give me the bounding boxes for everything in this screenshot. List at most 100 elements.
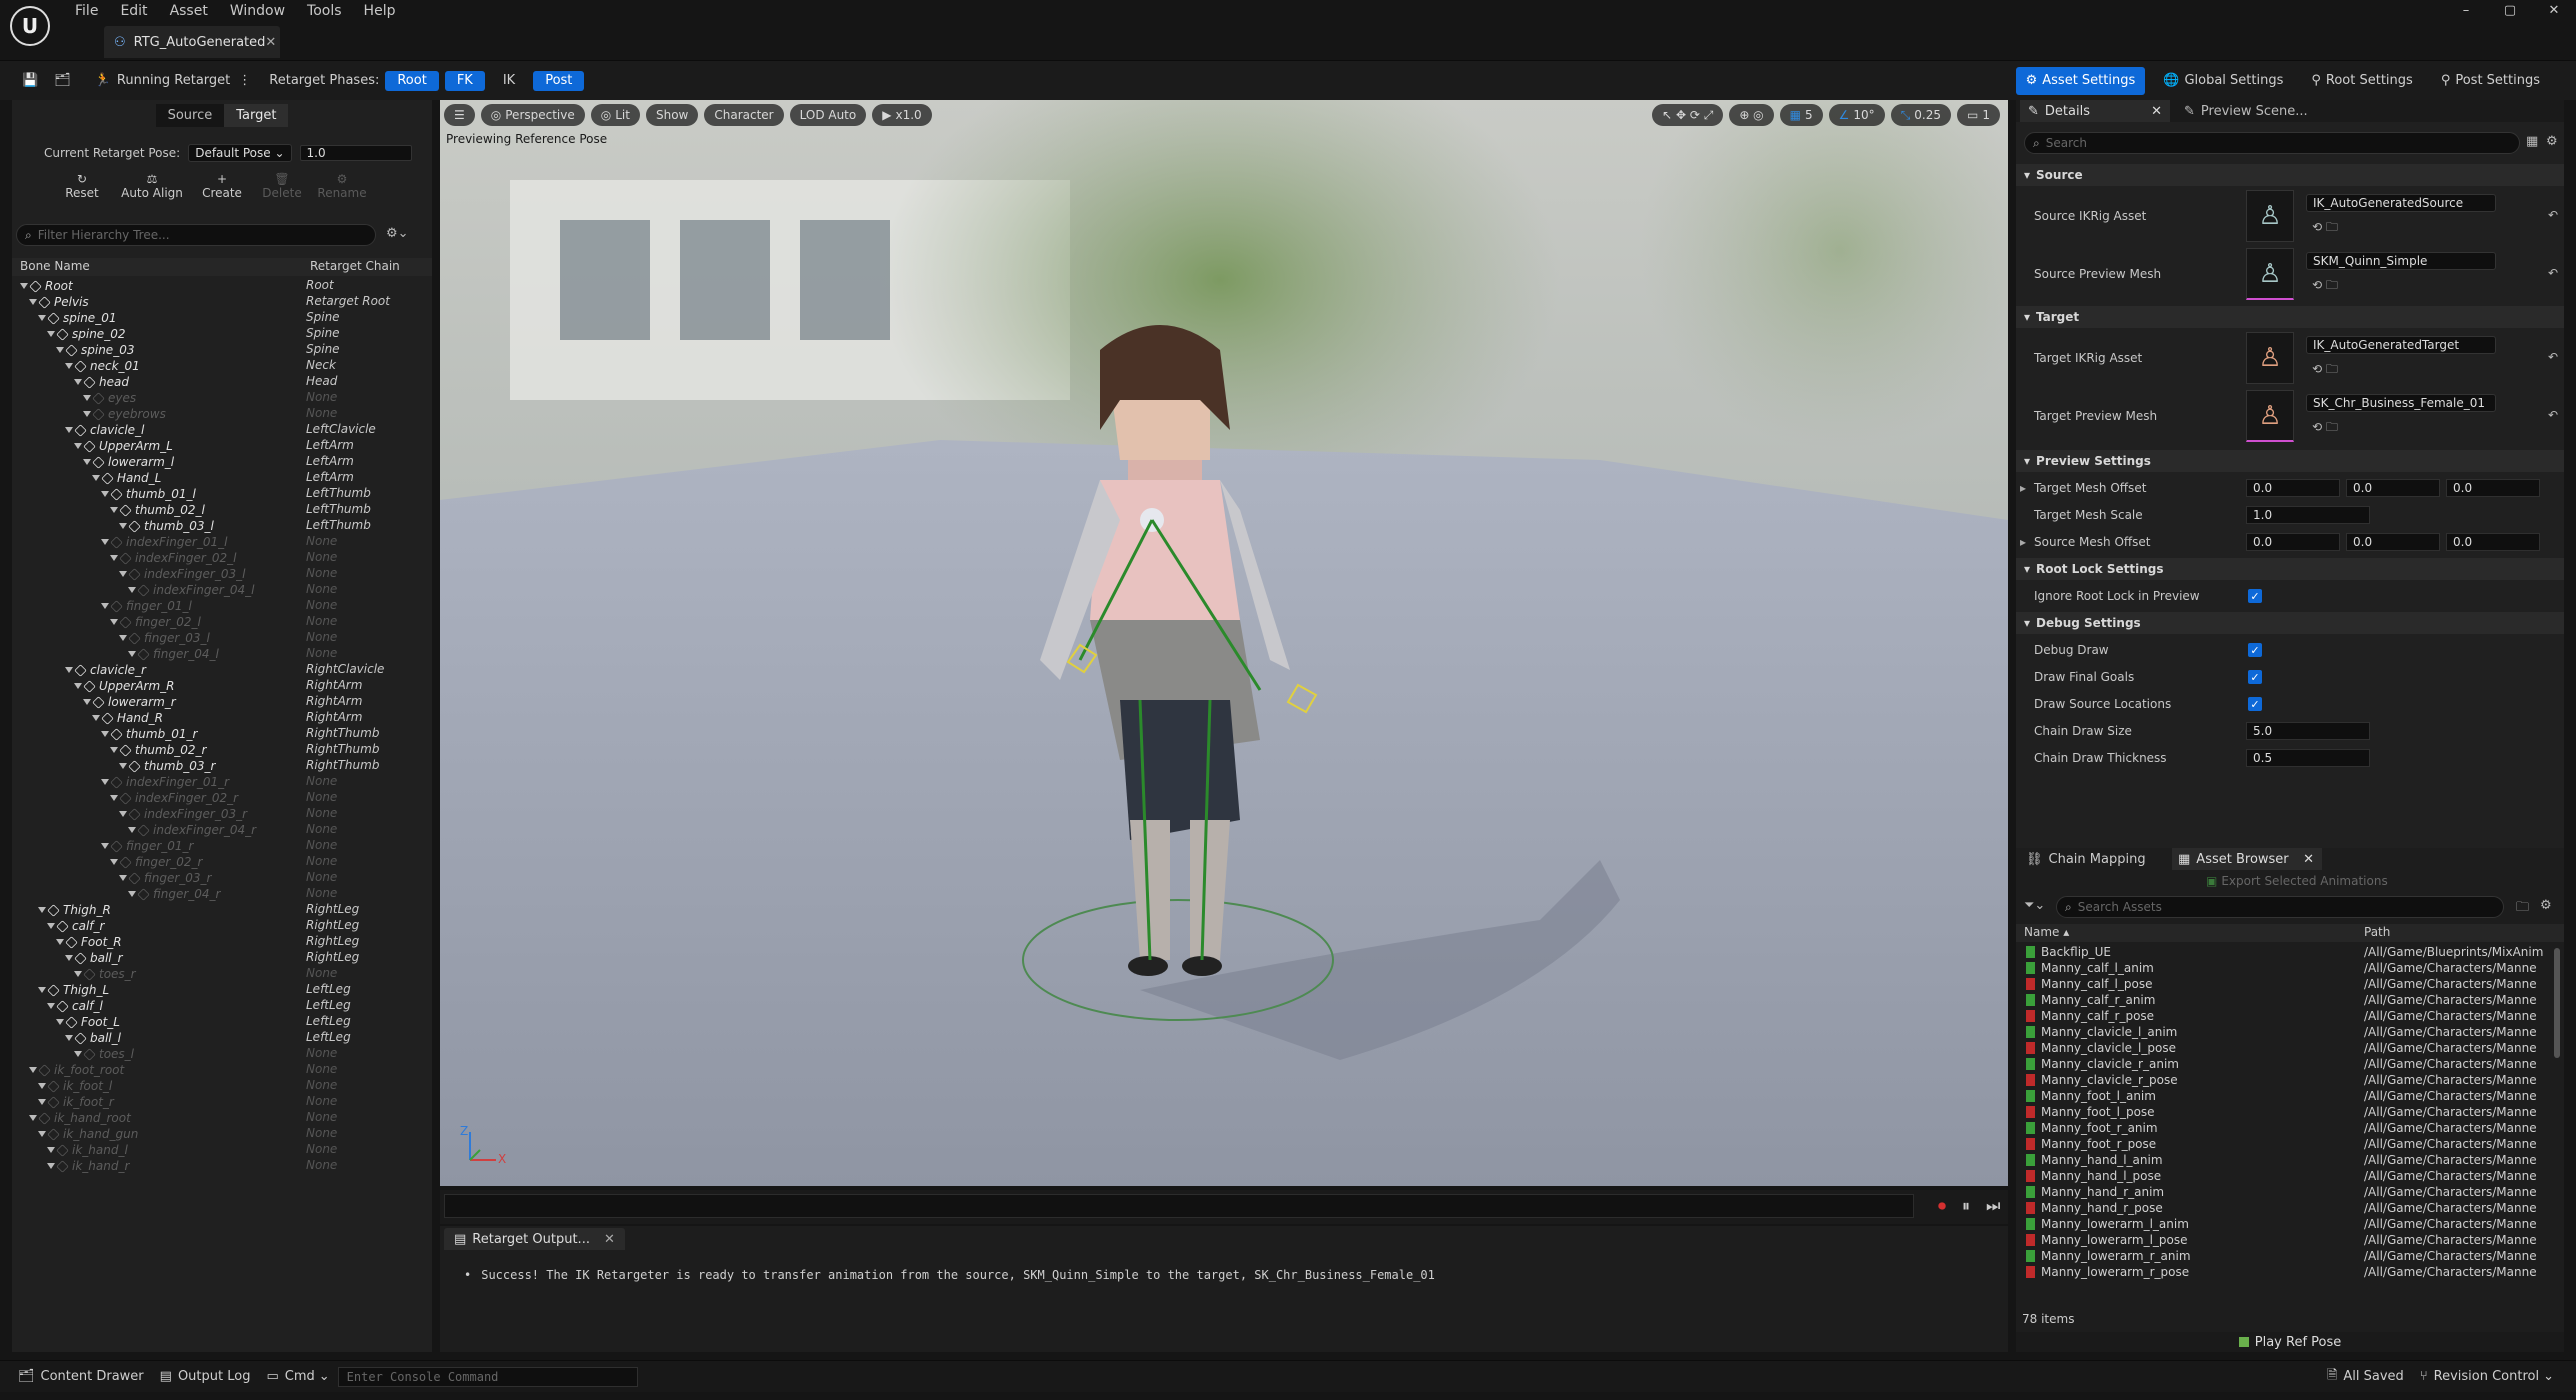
expand-arrow-icon[interactable]: [110, 555, 118, 561]
source-section-header[interactable]: ▾ Source: [2016, 164, 2564, 186]
asset-row[interactable]: Manny_lowerarm_r_pose/All/Game/Character…: [2016, 1264, 2564, 1280]
bone-chain[interactable]: None: [306, 1110, 337, 1124]
expand-arrow-icon[interactable]: [74, 683, 82, 689]
menu-asset[interactable]: Asset: [159, 0, 219, 22]
filter-icon[interactable]: ⏷⌄: [2024, 898, 2045, 913]
close-icon[interactable]: ✕: [2303, 852, 2314, 867]
bone-chain[interactable]: RightArm: [306, 678, 362, 692]
bone-chain[interactable]: None: [306, 790, 337, 804]
source-offset-z[interactable]: 0.0: [2446, 533, 2540, 551]
asset-row[interactable]: Manny_clavicle_l_anim/All/Game/Character…: [2016, 1024, 2564, 1040]
bone-row[interactable]: ik_foot_r: [38, 1094, 114, 1110]
col-path[interactable]: Path: [2364, 925, 2390, 939]
asset-row[interactable]: Manny_lowerarm_l_anim/All/Game/Character…: [2016, 1216, 2564, 1232]
bone-chain[interactable]: None: [306, 806, 337, 820]
expand-arrow-icon[interactable]: [128, 587, 136, 593]
timeline-scrubber[interactable]: [444, 1194, 1914, 1218]
expand-arrow-icon[interactable]: [74, 443, 82, 449]
expand-arrow-icon[interactable]: [128, 891, 136, 897]
bone-row[interactable]: UpperArm_R: [74, 678, 175, 694]
menu-help[interactable]: Help: [353, 0, 407, 22]
bone-chain[interactable]: None: [306, 1094, 337, 1108]
asset-row[interactable]: Manny_foot_r_anim/All/Game/Characters/Ma…: [2016, 1120, 2564, 1136]
expand-arrow-icon[interactable]: [65, 1035, 73, 1041]
expand-arrow-icon[interactable]: [83, 699, 91, 705]
asset-row[interactable]: Manny_foot_l_anim/All/Game/Characters/Ma…: [2016, 1088, 2564, 1104]
bone-row[interactable]: neck_01: [65, 358, 140, 374]
record-icon[interactable]: ⏺: [1938, 1196, 1946, 1216]
bone-row[interactable]: finger_01_r: [101, 838, 194, 854]
bone-row[interactable]: indexFinger_03_r: [119, 806, 247, 822]
expand-arrow-icon[interactable]: [101, 539, 109, 545]
global-settings-tab[interactable]: 🌐 Global Settings: [2153, 67, 2293, 95]
expand-arrow-icon[interactable]: [47, 923, 55, 929]
more-options-icon[interactable]: ⋮: [238, 73, 251, 88]
bone-row[interactable]: indexFinger_01_l: [101, 534, 227, 550]
reset-icon[interactable]: ↶: [2548, 266, 2558, 280]
bone-row[interactable]: UpperArm_L: [74, 438, 173, 454]
bone-chain[interactable]: RightClavicle: [306, 662, 384, 676]
asset-row[interactable]: Backflip_UE/All/Game/Blueprints/MixAnim: [2016, 944, 2564, 960]
target-scale-field[interactable]: 1.0: [2246, 506, 2370, 524]
expand-arrow-icon[interactable]: [56, 1019, 64, 1025]
col-name[interactable]: Name ▴: [2024, 925, 2069, 939]
menu-edit[interactable]: Edit: [109, 0, 158, 22]
asset-row[interactable]: Manny_hand_l_anim/All/Game/Characters/Ma…: [2016, 1152, 2564, 1168]
bone-chain[interactable]: None: [306, 1126, 337, 1140]
bone-row[interactable]: finger_03_l: [119, 630, 210, 646]
auto-align-button[interactable]: ⚖ Auto Align: [112, 172, 192, 200]
expand-arrow-icon[interactable]: [65, 667, 73, 673]
phase-post-toggle[interactable]: Post: [533, 70, 585, 91]
bone-chain[interactable]: LeftThumb: [306, 486, 371, 500]
bone-row[interactable]: spine_01: [38, 310, 116, 326]
bone-chain[interactable]: LeftArm: [306, 470, 354, 484]
document-tab[interactable]: ⚇ RTG_AutoGenerated ✕: [104, 26, 280, 58]
source-ikrig-thumbnail[interactable]: ♙: [2246, 190, 2294, 242]
bone-row[interactable]: thumb_03_l: [119, 518, 214, 534]
asset-row[interactable]: Manny_lowerarm_l_pose/All/Game/Character…: [2016, 1232, 2564, 1248]
bone-chain[interactable]: RightArm: [306, 694, 362, 708]
bone-row[interactable]: lowerarm_r: [83, 694, 176, 710]
browse-asset-icon[interactable]: ⟲ 🗀: [2312, 218, 2338, 239]
bone-row[interactable]: thumb_02_l: [110, 502, 205, 518]
phase-root-toggle[interactable]: Root: [385, 70, 439, 91]
asset-row[interactable]: Manny_foot_r_pose/All/Game/Characters/Ma…: [2016, 1136, 2564, 1152]
expand-arrow-icon[interactable]: [38, 1083, 46, 1089]
post-settings-tab[interactable]: ⚲ Post Settings: [2431, 67, 2550, 95]
expand-arrow-icon[interactable]: [92, 715, 100, 721]
details-tab[interactable]: ✎ Details ✕: [2020, 100, 2170, 122]
bone-row[interactable]: indexFinger_03_l: [119, 566, 245, 582]
bone-row[interactable]: Hand_L: [92, 470, 161, 486]
asset-row[interactable]: Manny_calf_l_anim/All/Game/Characters/Ma…: [2016, 960, 2564, 976]
bone-row[interactable]: finger_02_r: [110, 854, 203, 870]
bone-row[interactable]: ik_hand_l: [47, 1142, 128, 1158]
unreal-logo[interactable]: U: [10, 6, 50, 46]
expand-arrow-icon[interactable]: [65, 955, 73, 961]
expand-arrow-icon[interactable]: [38, 1099, 46, 1105]
bone-chain[interactable]: Spine: [306, 342, 340, 356]
viewport[interactable]: Z X ☰ ◎ Perspective ◎ Lit Show Character L…: [440, 100, 2008, 1186]
pause-icon[interactable]: ⏸: [1962, 1196, 1970, 1216]
expand-arrow-icon[interactable]: [47, 331, 55, 337]
browse-asset-icon[interactable]: ⟲ 🗀: [2312, 276, 2338, 297]
expand-arrow-icon[interactable]: [38, 315, 46, 321]
bone-row[interactable]: eyes: [83, 390, 136, 406]
folder-icon[interactable]: 🗀: [2516, 898, 2529, 920]
camera-speed-button[interactable]: ▭ 1: [1957, 104, 2000, 126]
bone-row[interactable]: Thigh_L: [38, 982, 109, 998]
bone-row[interactable]: lowerarm_l: [83, 454, 174, 470]
expand-arrow-icon[interactable]: [65, 427, 73, 433]
bone-chain[interactable]: LeftLeg: [306, 998, 351, 1012]
expand-arrow-icon[interactable]: [110, 619, 118, 625]
expand-arrow-icon[interactable]: [56, 939, 64, 945]
bone-chain[interactable]: Retarget Root: [306, 294, 390, 308]
bone-chain[interactable]: None: [306, 1142, 337, 1156]
expand-arrow-icon[interactable]: [101, 779, 109, 785]
browse-button[interactable]: 🗂: [46, 68, 79, 94]
asset-row[interactable]: Manny_hand_l_pose/All/Game/Characters/Ma…: [2016, 1168, 2564, 1184]
bone-chain[interactable]: LeftLeg: [306, 982, 351, 996]
perspective-button[interactable]: ◎ Perspective: [480, 104, 585, 126]
bone-chain[interactable]: None: [306, 598, 337, 612]
expand-arrow-icon[interactable]: [29, 299, 37, 305]
expand-arrow-icon[interactable]: [110, 859, 118, 865]
